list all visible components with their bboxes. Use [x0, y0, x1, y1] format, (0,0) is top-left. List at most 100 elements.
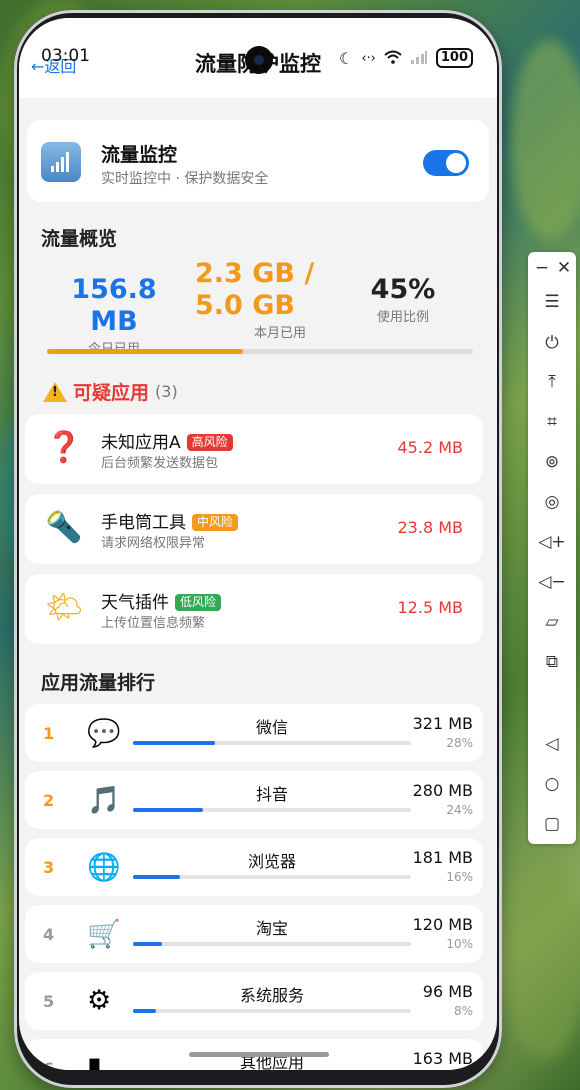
monitor-subtitle: 实时监控中 · 保护数据安全	[101, 171, 269, 187]
monthly-usage-progress	[47, 349, 473, 354]
side-toolbar: − ✕ ☰ ⏻ ⤒ ⌗ ⊚ ◎ ◁+ ◁− ▱ ⧉ ◁ ○ ▢	[528, 252, 576, 844]
usage-value: 163 MB	[412, 1049, 473, 1068]
weather-icon: 🌤	[45, 590, 84, 625]
cart-icon: 🛒	[87, 919, 121, 950]
usage-percent: 10%	[446, 937, 473, 951]
recents-icon[interactable]: ▢	[528, 814, 576, 834]
usage-bar	[133, 741, 411, 745]
suspicious-app-item[interactable]: ❓ 未知应用A 高风险 后台频繁发送数据包 45.2 MB	[25, 414, 483, 484]
usage-bar	[133, 1009, 411, 1013]
power-icon[interactable]: ⏻	[528, 333, 576, 353]
rank-number: 5	[43, 992, 55, 1011]
app-name: 微信	[255, 718, 288, 737]
home-indicator[interactable]	[189, 1052, 329, 1057]
usage-percent: 28%	[446, 736, 473, 750]
suspicious-title: 可疑应用	[73, 382, 150, 404]
ranking-title: 应用流量排行	[41, 672, 156, 694]
usage-bar	[133, 942, 411, 946]
battery-icon: 100	[435, 48, 473, 68]
question-icon: ❓	[45, 430, 83, 465]
month-value-line1: 2.3 GB /	[195, 258, 315, 289]
monitor-title: 流量监控	[101, 144, 178, 166]
ratio-value: 45%	[370, 274, 436, 305]
ranking-row[interactable]: 2 🎵 抖音 280 MB 24%	[25, 771, 483, 829]
volume-up-icon[interactable]: ◁+	[528, 532, 576, 552]
month-stat: 2.3 GB / 5.0 GB 本月已用	[195, 258, 335, 341]
wifi-icon	[384, 49, 402, 68]
usage-bar-fill	[133, 875, 180, 879]
usage-bar-fill	[133, 808, 204, 812]
close-icon[interactable]: ✕	[540, 258, 580, 278]
front-camera	[245, 46, 273, 74]
rotate-icon[interactable]: ▱	[528, 612, 576, 632]
app-usage: 45.2 MB	[397, 438, 464, 457]
app-name: 系统服务	[239, 986, 304, 1005]
month-value-line2: 5.0 GB	[195, 290, 295, 321]
app-usage: 12.5 MB	[397, 598, 464, 617]
progress-fill	[47, 349, 243, 354]
ratio-label: 使用比例	[376, 310, 429, 325]
usage-bar-fill	[133, 741, 215, 745]
music-icon: 🎵	[87, 785, 121, 816]
risk-badge: 低风险	[175, 594, 222, 611]
volume-down-icon[interactable]: ◁−	[528, 572, 576, 592]
ratio-stat: 45% 使用比例	[363, 274, 443, 325]
status-icons: ☾ ‹·› 100	[339, 48, 473, 68]
globe-icon: 🌐	[87, 852, 121, 883]
usage-bar	[133, 875, 411, 879]
usage-value: 181 MB	[412, 848, 473, 867]
signal-bars-icon	[41, 142, 81, 182]
risk-badge: 高风险	[186, 434, 233, 451]
today-stat: 156.8 MB 今日已用	[47, 274, 181, 357]
ranking-row[interactable]: 4 🛒 淘宝 120 MB 10%	[25, 905, 483, 963]
status-bar: ←返回 03:01 流量防护监控 ☾ ‹·› 100	[19, 18, 497, 98]
app-name: 淘宝	[255, 919, 288, 938]
multi-screen-icon[interactable]: ⧉	[528, 652, 576, 672]
suspicious-count: (3)	[155, 382, 178, 401]
monitor-toggle[interactable]	[423, 150, 469, 176]
home-icon[interactable]: ○	[528, 774, 576, 794]
monitor-card: 流量监控 实时监控中 · 保护数据安全	[27, 120, 489, 202]
app-icon: ▮	[87, 1052, 102, 1070]
usage-bar	[133, 808, 411, 812]
app-desc: 上传位置信息频繁	[101, 616, 206, 631]
usage-value: 120 MB	[412, 915, 473, 934]
app-desc: 请求网络权限异常	[101, 536, 206, 551]
usage-value: 280 MB	[412, 781, 473, 800]
moon-icon: ☾	[338, 48, 354, 68]
rank-number: 3	[43, 858, 55, 877]
rank-number: 1	[43, 724, 55, 743]
pin-top-icon[interactable]: ⤒	[528, 372, 576, 392]
risk-badge: 中风险	[192, 514, 239, 531]
suspicious-app-item[interactable]: 🌤 天气插件 低风险 上传位置信息频繁 12.5 MB	[25, 574, 483, 644]
screenshot-icon[interactable]: ◎	[528, 492, 576, 512]
suspicious-header: 可疑应用 (3)	[43, 378, 178, 405]
app-screen: ←返回 03:01 流量防护监控 ☾ ‹·› 100 流量监控 实时监控中 · …	[19, 18, 497, 1070]
rank-number: 6	[43, 1059, 55, 1070]
usage-bar-fill	[133, 942, 163, 946]
usage-percent: 16%	[446, 870, 473, 884]
ranking-row[interactable]: 3 🌐 浏览器 181 MB 16%	[25, 838, 483, 896]
app-usage: 23.8 MB	[397, 518, 464, 537]
usage-value: 96 MB	[422, 982, 473, 1001]
app-name: 抖音	[255, 785, 288, 804]
app-desc: 后台频繁发送数据包	[101, 456, 219, 471]
gear-icon: ⚙	[87, 985, 112, 1016]
crop-icon[interactable]: ⌗	[528, 412, 576, 432]
usage-value: 321 MB	[412, 714, 473, 733]
back-icon[interactable]: ◁	[528, 734, 576, 754]
overview-title: 流量概览	[41, 228, 118, 250]
ranking-row[interactable]: 5 ⚙ 系统服务 96 MB 8%	[25, 972, 483, 1030]
warning-icon	[43, 381, 67, 402]
usage-percent: 24%	[446, 803, 473, 817]
usage-percent: 8%	[453, 1004, 473, 1018]
app-name: 未知应用A 高风险	[101, 428, 233, 453]
menu-icon[interactable]: ☰	[528, 292, 576, 312]
app-name: 手电筒工具 中风险	[101, 508, 239, 533]
month-label: 本月已用	[253, 326, 306, 341]
suspicious-app-item[interactable]: 🔦 手电筒工具 中风险 请求网络权限异常 23.8 MB	[25, 494, 483, 564]
app-name: 天气插件 低风险	[101, 588, 222, 613]
ranking-row[interactable]: 1 💬 微信 321 MB 28%	[25, 704, 483, 762]
rotate-lock-icon[interactable]: ⊚	[528, 452, 576, 472]
app-name: 浏览器	[247, 852, 296, 871]
